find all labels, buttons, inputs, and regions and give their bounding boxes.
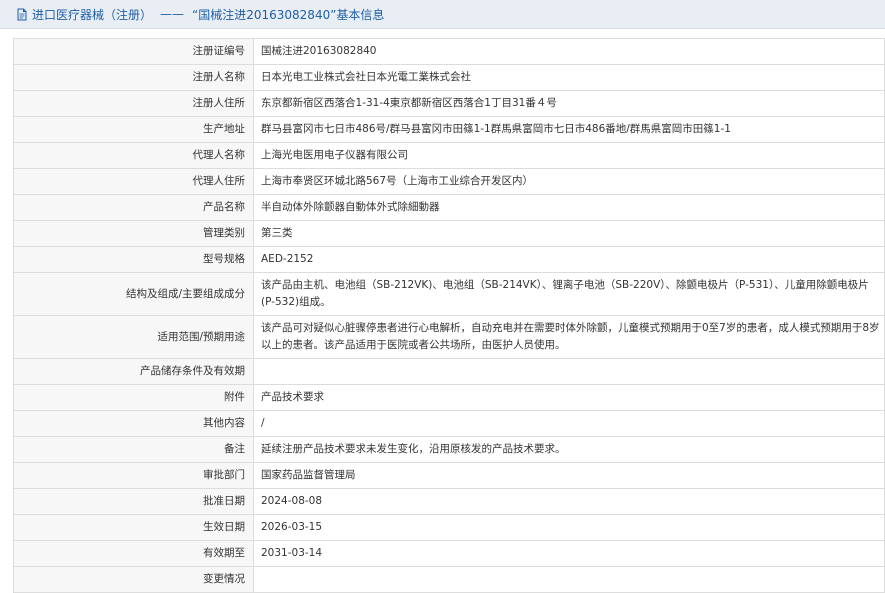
field-label: 批准日期	[13, 488, 254, 515]
field-label: 注册证编号	[13, 38, 254, 65]
table-row: 变更情况	[13, 566, 885, 593]
field-value: AED-2152	[253, 246, 885, 273]
table-row: 产品储存条件及有效期	[13, 358, 885, 385]
field-value: 延续注册产品技术要求未发生变化，沿用原核发的产品技术要求。	[253, 436, 885, 463]
field-label: 有效期至	[13, 540, 254, 567]
table-row: 注册证编号 国械注进20163082840	[13, 38, 885, 65]
table-row: 适用范围/预期用途 该产品可对疑似心脏骤停患者进行心电解析，自动充电并在需要时体…	[13, 315, 885, 359]
field-label: 变更情况	[13, 566, 254, 593]
table-row: 代理人住所 上海市奉贤区环城北路567号（上海市工业综合开发区内）	[13, 168, 885, 195]
field-label: 产品名称	[13, 194, 254, 221]
field-value: 东京都新宿区西落合1-31-4東京都新宿区西落合1丁目31番４号	[253, 90, 885, 117]
field-label: 代理人住所	[13, 168, 254, 195]
field-label: 管理类别	[13, 220, 254, 247]
field-value: 日本光电工业株式会社日本光電工業株式会社	[253, 64, 885, 91]
page-subtitle: “国械注进20163082840”基本信息	[192, 7, 385, 22]
field-label: 注册人住所	[13, 90, 254, 117]
field-value: 产品技术要求	[253, 384, 885, 411]
field-value: 2031-03-14	[253, 540, 885, 567]
title-separator: ——	[160, 7, 185, 21]
field-value: 2026-03-15	[253, 514, 885, 541]
field-label: 产品储存条件及有效期	[13, 358, 254, 385]
table-row: 生产地址 群马县富冈市七日市486号/群马县富冈市田篠1-1群馬県富岡市七日市4…	[13, 116, 885, 143]
field-value	[253, 566, 885, 593]
field-label: 型号规格	[13, 246, 254, 273]
table-row: 代理人名称 上海光电医用电子仪器有限公司	[13, 142, 885, 169]
field-value: 第三类	[253, 220, 885, 247]
field-value: 上海光电医用电子仪器有限公司	[253, 142, 885, 169]
info-table: 注册证编号 国械注进20163082840 注册人名称 日本光电工业株式会社日本…	[13, 38, 885, 593]
page-title: 进口医疗器械（注册）	[32, 7, 153, 22]
table-row: 附件 产品技术要求	[13, 384, 885, 411]
field-label: 结构及组成/主要组成成分	[13, 272, 254, 316]
field-label: 生效日期	[13, 514, 254, 541]
table-row: 其他内容 /	[13, 410, 885, 437]
field-label: 审批部门	[13, 462, 254, 489]
field-value: 该产品由主机、电池组（SB-212VK)、电池组（SB-214VK）、锂离子电池…	[253, 272, 885, 316]
field-value: 上海市奉贤区环城北路567号（上海市工业综合开发区内）	[253, 168, 885, 195]
field-label: 适用范围/预期用途	[13, 315, 254, 359]
field-value: /	[253, 410, 885, 437]
table-row: 审批部门 国家药品监督管理局	[13, 462, 885, 489]
field-label: 其他内容	[13, 410, 254, 437]
table-row: 管理类别 第三类	[13, 220, 885, 247]
table-row: 产品名称 半自动体外除颤器自動体外式除細動器	[13, 194, 885, 221]
field-value: 群马县富冈市七日市486号/群马县富冈市田篠1-1群馬県富岡市七日市486番地/…	[253, 116, 885, 143]
field-value: 半自动体外除颤器自動体外式除細動器	[253, 194, 885, 221]
table-row: 型号规格 AED-2152	[13, 246, 885, 273]
field-label: 注册人名称	[13, 64, 254, 91]
field-label: 备注	[13, 436, 254, 463]
document-icon	[16, 8, 28, 21]
page-header: 进口医疗器械（注册） —— “国械注进20163082840”基本信息	[0, 0, 885, 29]
table-row: 有效期至 2031-03-14	[13, 540, 885, 567]
field-value: 2024-08-08	[253, 488, 885, 515]
table-row: 生效日期 2026-03-15	[13, 514, 885, 541]
table-row: 备注 延续注册产品技术要求未发生变化，沿用原核发的产品技术要求。	[13, 436, 885, 463]
field-value: 该产品可对疑似心脏骤停患者进行心电解析，自动充电并在需要时体外除颤，儿童模式预期…	[253, 315, 885, 359]
field-value: 国家药品监督管理局	[253, 462, 885, 489]
table-row: 结构及组成/主要组成成分 该产品由主机、电池组（SB-212VK)、电池组（SB…	[13, 272, 885, 316]
field-label: 代理人名称	[13, 142, 254, 169]
table-row: 批准日期 2024-08-08	[13, 488, 885, 515]
field-label: 生产地址	[13, 116, 254, 143]
field-value: 国械注进20163082840	[253, 38, 885, 65]
table-row: 注册人名称 日本光电工业株式会社日本光電工業株式会社	[13, 64, 885, 91]
field-label: 附件	[13, 384, 254, 411]
table-row: 注册人住所 东京都新宿区西落合1-31-4東京都新宿区西落合1丁目31番４号	[13, 90, 885, 117]
field-value	[253, 358, 885, 385]
